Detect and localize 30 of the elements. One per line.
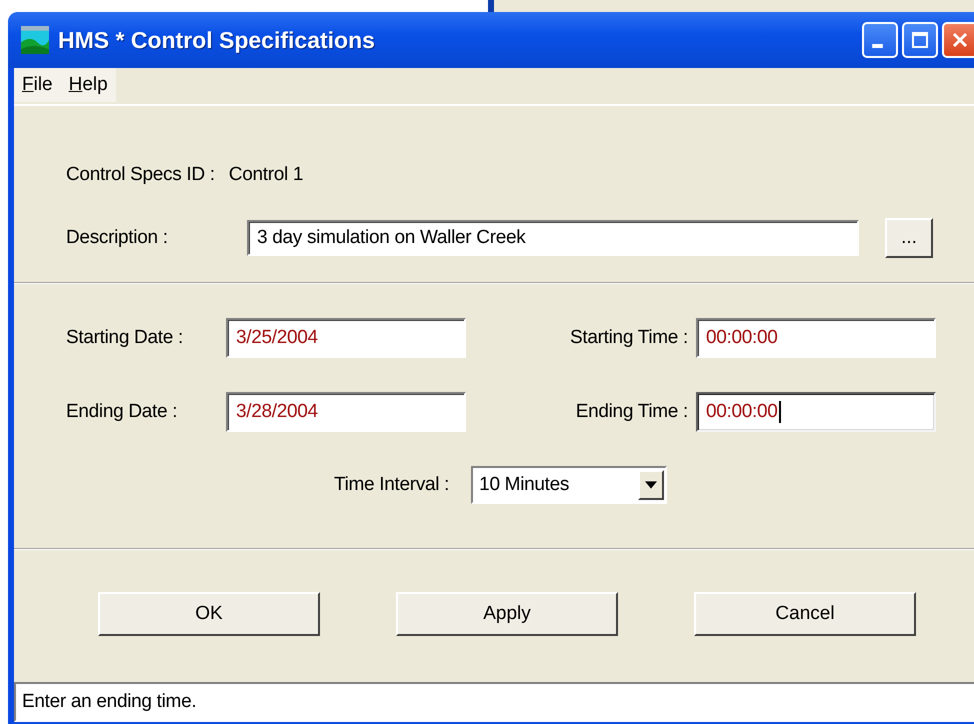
text-field[interactable]: 00:00:00 xyxy=(696,318,936,358)
text-field[interactable]: 3/25/2004 xyxy=(226,318,466,358)
text-cursor xyxy=(778,401,781,423)
field-label: Description : xyxy=(66,227,169,249)
field-label: Ending Date : xyxy=(66,401,178,423)
minimize-icon xyxy=(872,44,882,48)
landscape-icon xyxy=(20,26,50,54)
status-bar: Enter an ending time. xyxy=(14,682,974,722)
dialog-button[interactable]: Apply xyxy=(396,592,618,636)
text-field[interactable]: 3/28/2004 xyxy=(226,392,466,432)
dropdown[interactable]: 10 Minutes xyxy=(471,466,668,504)
window-title: HMS * Control Specifications xyxy=(58,26,375,54)
dialog-button[interactable]: Cancel xyxy=(694,592,916,636)
maximize-button[interactable] xyxy=(902,22,938,58)
field-label: Starting Time : xyxy=(570,327,689,349)
field-value: Control 1 xyxy=(228,164,304,186)
minimize-button[interactable] xyxy=(862,22,898,58)
menu-item[interactable]: File xyxy=(14,68,61,102)
description-field[interactable]: 3 day simulation on Waller Creek xyxy=(247,220,859,256)
text-field[interactable]: 00:00:00 xyxy=(696,392,936,432)
menu-item[interactable]: Help xyxy=(60,68,116,102)
maximize-icon xyxy=(910,30,930,50)
close-icon xyxy=(950,30,970,50)
dialog-button[interactable]: OK xyxy=(98,592,320,636)
browse-button[interactable]: ... xyxy=(885,218,933,258)
field-label: Starting Date : xyxy=(66,327,184,349)
field-label: Control Specs ID : xyxy=(66,164,215,186)
field-label: Ending Time : xyxy=(576,401,689,423)
close-button[interactable] xyxy=(942,22,974,58)
field-label: Time Interval : xyxy=(334,474,450,496)
